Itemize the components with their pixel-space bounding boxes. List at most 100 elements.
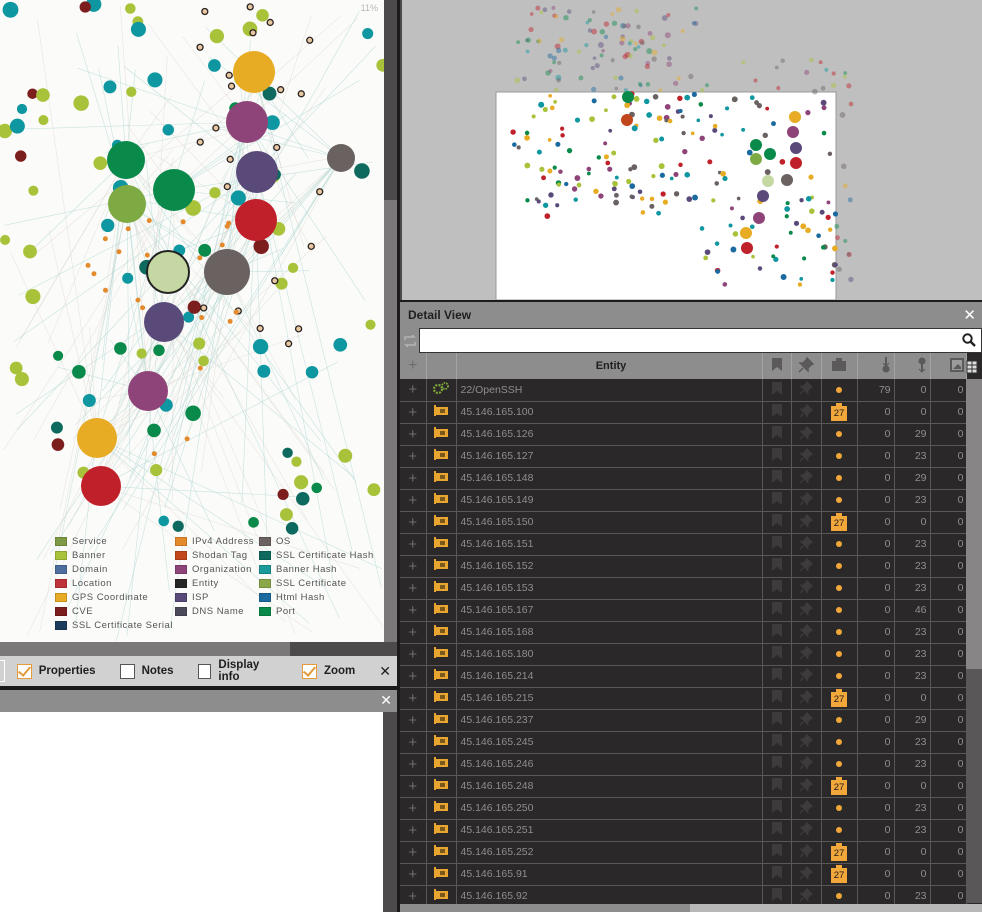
minimap-node[interactable] — [639, 196, 645, 201]
entity-name[interactable]: 45.146.165.167 — [456, 599, 763, 621]
graph-node[interactable] — [271, 277, 279, 285]
minimap-node[interactable] — [827, 227, 833, 232]
minimap-node[interactable] — [771, 254, 776, 259]
minimap-node[interactable] — [833, 262, 838, 268]
pin-toggle[interactable] — [791, 731, 822, 753]
minimap-node[interactable] — [631, 125, 638, 132]
minimap-node[interactable] — [544, 213, 551, 219]
add-entity-button[interactable]: + — [400, 599, 427, 621]
graph-hub-node[interactable] — [236, 151, 278, 193]
entity-name[interactable]: 45.146.165.100 — [456, 401, 763, 423]
graph-hub-node[interactable] — [226, 101, 268, 143]
graph-node[interactable] — [114, 342, 127, 355]
graph-node[interactable] — [252, 338, 269, 355]
table-row[interactable]: + 45.146.165.167 0 46 0 — [400, 599, 967, 621]
minimap-node[interactable] — [836, 266, 842, 272]
overview-svg[interactable] — [402, 0, 982, 300]
table-row[interactable]: + 45.146.165.252 27 0 0 0 — [400, 841, 967, 863]
graph-node[interactable] — [125, 3, 136, 14]
bookmark-toggle[interactable] — [762, 863, 792, 885]
minimap-node[interactable] — [704, 83, 710, 88]
table-row[interactable]: + 45.146.165.245 0 23 0 — [400, 731, 967, 753]
minimap-node[interactable] — [514, 77, 521, 84]
graph-hub-node[interactable] — [204, 249, 250, 295]
case-cell[interactable] — [821, 533, 858, 555]
pin-toggle[interactable] — [791, 401, 822, 423]
minimap-node[interactable] — [809, 57, 814, 63]
minimap-node[interactable] — [765, 106, 770, 111]
minimap-node[interactable] — [725, 106, 730, 111]
minimap-node[interactable] — [785, 201, 790, 206]
minimap-node[interactable] — [677, 95, 683, 102]
minimap-node[interactable] — [599, 29, 606, 35]
minimap-node[interactable] — [684, 94, 691, 101]
graph-node[interactable] — [285, 522, 299, 535]
minimap-node[interactable] — [647, 30, 653, 36]
minimap-node[interactable] — [696, 118, 701, 123]
bookmark-column-header[interactable] — [762, 353, 792, 379]
display-info-checkbox[interactable] — [197, 663, 212, 679]
minimap-node[interactable] — [603, 141, 608, 146]
minimap-node[interactable] — [846, 83, 852, 89]
minimap-node[interactable] — [622, 23, 627, 29]
minimap-node[interactable] — [820, 99, 827, 106]
minimap-node[interactable] — [684, 172, 691, 178]
pin-column-header[interactable] — [791, 353, 822, 379]
minimap-node[interactable] — [667, 56, 672, 61]
minimap-node[interactable] — [653, 137, 659, 144]
pin-toggle[interactable] — [791, 599, 822, 621]
graph-node[interactable] — [362, 28, 374, 40]
minimap-node[interactable] — [608, 128, 613, 133]
minimap-node[interactable] — [809, 208, 815, 214]
minimap-node[interactable] — [560, 133, 565, 138]
bookmark-toggle[interactable] — [762, 643, 792, 665]
graph-node[interactable] — [102, 287, 108, 293]
minimap-node[interactable] — [800, 223, 807, 230]
minimap-node[interactable] — [629, 183, 636, 189]
bookmark-toggle[interactable] — [762, 445, 792, 467]
add-entity-button[interactable]: + — [400, 709, 427, 731]
minimap-node[interactable] — [774, 65, 779, 70]
case-cell[interactable]: 27 — [821, 775, 858, 797]
minimap-node[interactable] — [779, 159, 786, 165]
graph-node[interactable] — [208, 59, 221, 72]
graph-node[interactable] — [316, 188, 324, 196]
scroll-thumb[interactable] — [400, 904, 690, 912]
notes-toggle[interactable]: Notes — [119, 663, 174, 679]
minimap-hub-node[interactable] — [762, 175, 774, 187]
add-entity-button[interactable]: + — [400, 401, 427, 423]
minimap-node[interactable] — [658, 163, 665, 170]
entity-name[interactable]: 45.146.165.248 — [456, 775, 763, 797]
minimap-node[interactable] — [812, 88, 818, 95]
minimap-node[interactable] — [848, 101, 854, 107]
minimap-node[interactable] — [704, 249, 711, 256]
display-info-toggle[interactable]: Display info — [197, 659, 278, 683]
detail-vertical-scrollbar[interactable] — [966, 379, 982, 903]
entity-name[interactable]: 45.146.165.153 — [456, 577, 763, 599]
graph-hub-node[interactable] — [235, 199, 277, 241]
bookmark-toggle[interactable] — [762, 775, 792, 797]
graph-node[interactable] — [224, 223, 230, 229]
image-column-header[interactable] — [930, 353, 967, 379]
minimap-node[interactable] — [512, 142, 517, 147]
minimap-node[interactable] — [574, 175, 581, 181]
graph-node[interactable] — [122, 272, 134, 284]
table-row[interactable]: + 45.146.165.127 0 23 0 — [400, 445, 967, 467]
case-cell[interactable] — [821, 379, 858, 401]
minimap-node[interactable] — [598, 193, 604, 199]
pin-toggle[interactable] — [791, 687, 822, 709]
bookmark-toggle[interactable] — [762, 511, 792, 533]
case-cell[interactable] — [821, 665, 858, 687]
bookmark-toggle[interactable] — [762, 489, 792, 511]
minimap-node[interactable] — [830, 277, 835, 283]
minimap-node[interactable] — [753, 78, 758, 83]
minimap-node[interactable] — [780, 274, 787, 280]
entity-name[interactable]: 45.146.165.237 — [456, 709, 763, 731]
add-entity-button[interactable]: + — [400, 423, 427, 445]
minimap-node[interactable] — [722, 176, 728, 182]
graph-hub-node[interactable] — [153, 169, 195, 211]
graph-node[interactable] — [197, 365, 203, 371]
add-entity-button[interactable]: + — [400, 863, 427, 885]
minimap-node[interactable] — [741, 127, 746, 132]
minimap-node[interactable] — [799, 277, 804, 281]
